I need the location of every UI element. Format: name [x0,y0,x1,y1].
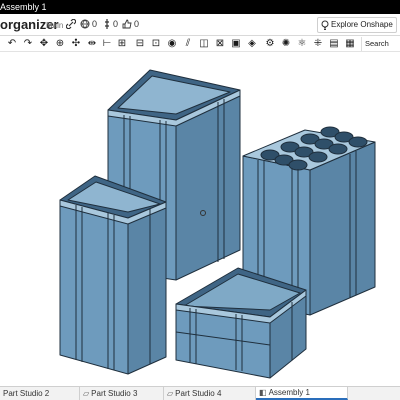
thumbs-up-icon [122,19,132,29]
version-icon [105,19,109,29]
window-titlebar: Assembly 1 [0,0,400,14]
replicate-icon[interactable]: ▦ [344,38,356,50]
document-header: organizer Main 0 0 0 Explore Onshape [0,14,400,36]
link-icon[interactable] [66,19,76,29]
fastened-icon[interactable]: ✣ [70,38,82,50]
circular-pattern-icon[interactable]: ▤ [328,38,340,50]
slider-icon[interactable]: ⊢ [101,38,113,50]
assembly-icon: ◧ [259,388,267,397]
tangent-icon[interactable]: ◫ [198,38,210,50]
version-count: 0 [113,19,119,29]
redo-icon[interactable]: ↷ [22,38,34,50]
tab-label: Part Studio 2 [3,389,50,398]
tab-label: Part Studio 3 [91,389,138,398]
document-tabs: Part Studio 2 ▱ Part Studio 3 ▱ Part Stu… [0,386,400,400]
tab-part-studio-4[interactable]: ▱ Part Studio 4 [164,387,256,400]
undo-icon[interactable]: ↶ [6,38,18,50]
medium-box-part[interactable] [59,175,167,375]
relation-icon[interactable]: ◈ [246,38,258,50]
versions-indicator[interactable]: 0 [103,19,118,29]
mate-connector-icon[interactable]: ⊠ [214,38,226,50]
tab-assembly-1[interactable]: ◧ Assembly 1 [256,387,348,400]
globe-icon [80,19,90,29]
assembly-toolbar: ↶ ↷ ✥ ⊕ ✣ ⇹ ⊢ ⊞ ⊟ ⊡ ◉ ⫽ ◫ ⊠ ▣ ◈ ⚙ ✺ ⚛ ⁜ … [0,36,400,62]
public-indicator[interactable]: 0 [80,19,97,29]
cylindrical-icon[interactable]: ⊞ [116,38,128,50]
small-tray-part[interactable] [175,267,307,379]
assembly-canvas[interactable] [0,52,400,386]
revolute-icon[interactable]: ⇹ [86,38,98,50]
globe-count: 0 [92,19,98,29]
window-title: Assembly 1 [0,2,47,12]
lightbulb-icon [321,20,329,30]
explore-label: Explore Onshape [331,20,393,29]
ball-icon[interactable]: ◉ [166,38,178,50]
rack-icon[interactable]: ✺ [280,38,292,50]
tab-label: Assembly 1 [268,388,310,397]
likes-indicator[interactable]: 0 [122,19,139,29]
group-icon[interactable]: ▣ [230,38,242,50]
insert-icon[interactable]: ✥ [38,38,50,50]
tab-label: Part Studio 4 [175,389,222,398]
part-studio-icon: ▱ [83,389,90,398]
pin-slot-icon[interactable]: ⊟ [134,38,146,50]
parallel-icon[interactable]: ⫽ [182,38,194,50]
gear-icon[interactable]: ⚙ [264,38,276,50]
workspace-label[interactable]: Main [46,21,63,30]
part-studio-icon: ▱ [167,389,174,398]
tab-part-studio-2[interactable]: Part Studio 2 [0,387,80,400]
like-count: 0 [134,19,140,29]
search-tools-button[interactable]: Search tools [361,37,400,62]
graphics-viewport[interactable] [0,52,400,386]
linear-pattern-icon[interactable]: ⁜ [312,38,324,50]
screw-icon[interactable]: ⚛ [296,38,308,50]
mate-icon[interactable]: ⊕ [54,38,66,50]
explore-onshape-button[interactable]: Explore Onshape [317,17,397,33]
planar-icon[interactable]: ⊡ [150,38,162,50]
tab-part-studio-3[interactable]: ▱ Part Studio 3 [80,387,164,400]
